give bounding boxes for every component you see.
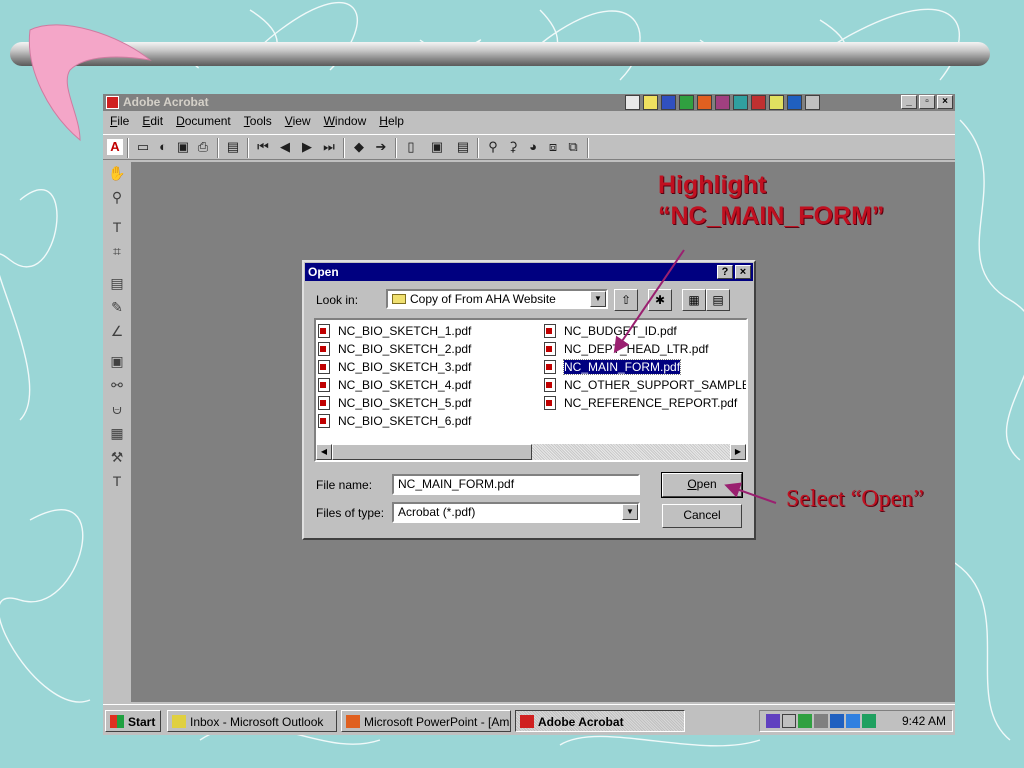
- select-open-annotation: Select “Open”: [786, 486, 924, 512]
- highlight-annotation: Highlight “NC_MAIN_FORM”: [658, 170, 884, 232]
- highlight-annotation-line2: “NC_MAIN_FORM”: [658, 202, 885, 230]
- annotation-arrows: [613, 249, 777, 504]
- highlight-annotation-line1: Highlight: [658, 171, 767, 199]
